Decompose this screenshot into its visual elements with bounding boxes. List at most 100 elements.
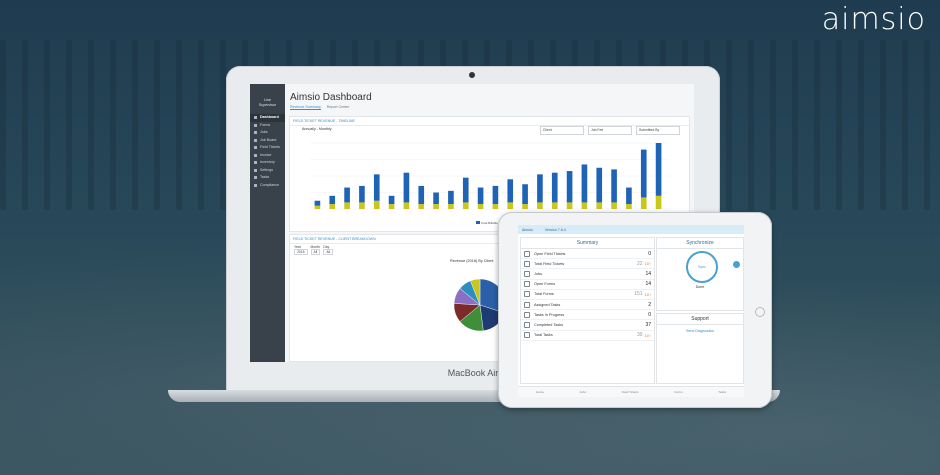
day-selector[interactable]: Day All — [323, 245, 334, 255]
bar-non-billable[interactable] — [537, 202, 543, 209]
bar-billable[interactable] — [611, 169, 617, 203]
bar-billable[interactable] — [418, 185, 425, 205]
bar-non-billable[interactable] — [388, 204, 395, 209]
bar-non-billable[interactable] — [314, 205, 321, 209]
tablet-device: Aimsio Version 7.6.4 Summary Open Field … — [498, 212, 772, 408]
bar-non-billable[interactable] — [522, 204, 528, 209]
tablet-version: Version 7.6.4 — [544, 227, 566, 232]
bar-non-billable[interactable] — [566, 202, 573, 209]
nav-forms[interactable]: Forms — [674, 390, 683, 394]
list-item[interactable]: Assigned Tasks 2 — [521, 300, 654, 311]
sidebar-item-invoice[interactable]: Invoice — [250, 152, 285, 160]
list-item[interactable]: Jobs 14 — [521, 269, 654, 280]
bar-non-billable[interactable] — [655, 195, 662, 209]
bar-billable[interactable] — [462, 177, 469, 203]
sidebar-item-job-board[interactable]: Job Board — [250, 137, 285, 145]
bar-billable[interactable] — [507, 179, 514, 203]
month-selector[interactable]: Month All — [310, 245, 321, 255]
forms-icon — [254, 123, 257, 127]
bar-billable[interactable] — [537, 174, 543, 203]
bar-non-billable[interactable] — [373, 200, 380, 209]
bar-billable[interactable] — [314, 200, 321, 206]
sidebar-item-dashboard[interactable]: Dashboard — [250, 114, 285, 122]
send-diagnostics-link[interactable]: Send Diagnostics — [657, 329, 743, 333]
tablet-bottom-nav: Home Jobs Field Tickets Forms Tasks — [518, 386, 744, 397]
bar-non-billable[interactable] — [477, 204, 484, 209]
bar-billable[interactable] — [388, 195, 395, 205]
client-filter[interactable]: Client — [540, 126, 584, 135]
nav-home[interactable]: Home — [536, 390, 544, 394]
aimsio-logo: aimsio — [821, 2, 926, 37]
submitted-by-filter[interactable]: Submitted By — [636, 126, 680, 135]
nav-tasks[interactable]: Tasks — [718, 390, 726, 394]
bar-non-billable[interactable] — [344, 202, 350, 209]
bar-non-billable[interactable] — [462, 202, 469, 209]
sidebar-user[interactable]: Line Supervisor — [250, 84, 285, 108]
bar-non-billable[interactable] — [507, 202, 514, 209]
sidebar-item-inventory[interactable]: Inventory — [250, 159, 285, 167]
dashboard-tabs: Revenue Summary Report Center — [290, 105, 349, 110]
bar-billable[interactable] — [596, 167, 603, 203]
sidebar-item-forms[interactable]: Forms — [250, 122, 285, 130]
list-item[interactable]: Total Forms 151 10↑ — [521, 290, 654, 300]
list-item[interactable]: Completed Tasks 37 — [521, 320, 654, 331]
bar-non-billable[interactable] — [433, 204, 439, 209]
bar-billable[interactable] — [492, 185, 499, 205]
bar-billable[interactable] — [566, 171, 573, 203]
list-item[interactable]: Total Tasks 39 10↑ — [521, 331, 654, 341]
bar-non-billable[interactable] — [492, 204, 499, 209]
bar-non-billable[interactable] — [596, 202, 603, 209]
bar-non-billable[interactable] — [581, 202, 588, 209]
bar-billable[interactable] — [359, 185, 365, 203]
tab-revenue-summary[interactable]: Revenue Summary — [290, 105, 321, 110]
dashboard-icon — [254, 116, 257, 120]
job-fee-filter[interactable]: Job Fee — [588, 126, 632, 135]
sync-button[interactable]: Sync — [686, 251, 718, 283]
bar-non-billable[interactable] — [611, 202, 617, 209]
row-label: Tasks In Progress — [534, 312, 565, 317]
bar-non-billable[interactable] — [418, 204, 425, 209]
nav-jobs[interactable]: Jobs — [580, 390, 586, 394]
bar-non-billable[interactable] — [626, 204, 632, 209]
bar-non-billable[interactable] — [403, 202, 410, 209]
bar-billable[interactable] — [551, 172, 558, 203]
list-item[interactable]: Open Forms 14 — [521, 280, 654, 290]
sidebar-item-label: Tasks — [260, 175, 270, 179]
year-selector[interactable]: Year 2018 — [294, 245, 308, 255]
bar-billable[interactable] — [477, 187, 484, 205]
support-panel: Support Send Diagnostics — [656, 313, 744, 384]
bar-non-billable[interactable] — [448, 204, 454, 209]
bar-billable[interactable] — [403, 172, 410, 203]
bar-billable[interactable] — [640, 149, 647, 198]
nav-field-tickets[interactable]: Field Tickets — [622, 390, 639, 394]
bar-billable[interactable] — [433, 192, 439, 205]
bar-billable[interactable] — [373, 174, 380, 201]
sidebar-item-field-tickets[interactable]: Field Tickets — [250, 144, 285, 152]
list-item[interactable]: Open Field Tickets 0 — [521, 249, 654, 260]
bar-billable[interactable] — [581, 164, 588, 203]
summary-panel: Summary Open Field Tickets 0 Total Field … — [520, 237, 655, 384]
bar-billable[interactable] — [329, 195, 336, 205]
tasks-icon — [524, 321, 530, 328]
gear-icon — [254, 168, 257, 172]
bar-billable[interactable] — [626, 187, 632, 205]
sidebar-item-jobs[interactable]: Jobs — [250, 129, 285, 137]
bar-non-billable[interactable] — [551, 202, 558, 209]
bar-billable[interactable] — [344, 187, 350, 203]
tasks-icon — [524, 332, 530, 339]
sync-settings-icon[interactable] — [733, 261, 740, 268]
sidebar-item-settings[interactable]: Settings — [250, 167, 285, 175]
support-title: Support — [657, 314, 743, 325]
sidebar-item-compliance[interactable]: Compliance — [250, 182, 285, 190]
sidebar-item-tasks[interactable]: Tasks — [250, 174, 285, 182]
bar-non-billable[interactable] — [329, 204, 336, 209]
list-item[interactable]: Total Field Tickets 22 10↑ — [521, 259, 654, 270]
bar-billable[interactable] — [522, 184, 528, 205]
bar-billable[interactable] — [448, 190, 454, 205]
tab-report-center[interactable]: Report Center — [327, 105, 350, 110]
bar-non-billable[interactable] — [640, 197, 647, 209]
bar-billable[interactable] — [655, 143, 662, 196]
bar-non-billable[interactable] — [359, 202, 365, 209]
sidebar-item-label: Compliance — [260, 182, 279, 187]
list-item[interactable]: Tasks In Progress 0 — [521, 310, 654, 321]
